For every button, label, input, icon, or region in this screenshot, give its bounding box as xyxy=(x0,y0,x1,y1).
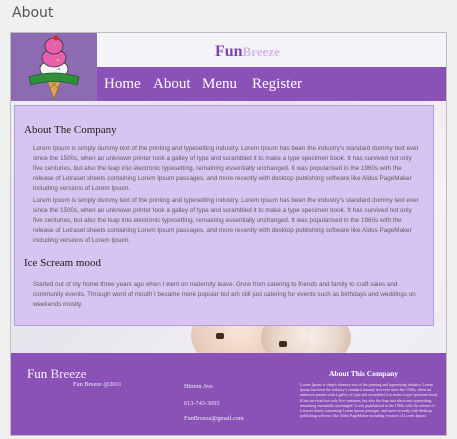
main-navigation: Home About Menu Register xyxy=(97,67,446,101)
footer-brand: Fun Breeze xyxy=(27,366,87,382)
footer-about-text: Lorem Ipsum is simply dummy text of the … xyxy=(300,382,439,419)
footer-phone: 613-743-3693 xyxy=(184,400,220,407)
background-chip-decoration xyxy=(216,333,224,339)
site-logo[interactable] xyxy=(11,33,97,101)
footer-address: Hinton Ave xyxy=(184,383,213,390)
about-paragraph-1: Lorem Ipsum is simply dummy text of the … xyxy=(33,145,419,192)
about-content-panel: About The Company Lorem Ipsum is simply … xyxy=(14,105,434,326)
footer-brand-breeze: Breeze xyxy=(50,366,87,381)
browser-viewport: FunBreeze Home About Menu Register About… xyxy=(10,32,447,436)
background-chip-decoration xyxy=(279,341,287,347)
footer-brand-fun: Fun xyxy=(27,366,48,381)
brand-breeze-text: Breeze xyxy=(242,44,280,59)
mood-paragraph: Started out of my home three years ago w… xyxy=(33,281,416,308)
ice-cream-logo-icon xyxy=(11,33,97,101)
window-title: About xyxy=(12,5,54,21)
footer-about-title: About This Company xyxy=(329,369,399,378)
brand-title[interactable]: FunBreeze xyxy=(215,43,280,61)
about-paragraph-2: Lorem Ipsum is simply dummy text of the … xyxy=(33,197,419,244)
footer-email-link[interactable]: FunBreeze@gmail.com xyxy=(184,415,244,422)
footer-copyright: Fun Breeze @2011 xyxy=(73,381,122,388)
nav-menu-link[interactable]: Menu xyxy=(202,76,237,93)
nav-home-link[interactable]: Home xyxy=(104,76,141,93)
nav-register-link[interactable]: Register xyxy=(252,76,302,93)
about-company-heading: About The Company xyxy=(24,124,117,136)
ice-scream-mood-heading: Ice Scream mood xyxy=(24,257,101,269)
nav-about-link[interactable]: About xyxy=(153,76,191,93)
brand-fun-text: Fun xyxy=(215,43,243,60)
site-footer: Fun Breeze Fun Breeze @2011 Hinton Ave 6… xyxy=(11,353,446,435)
